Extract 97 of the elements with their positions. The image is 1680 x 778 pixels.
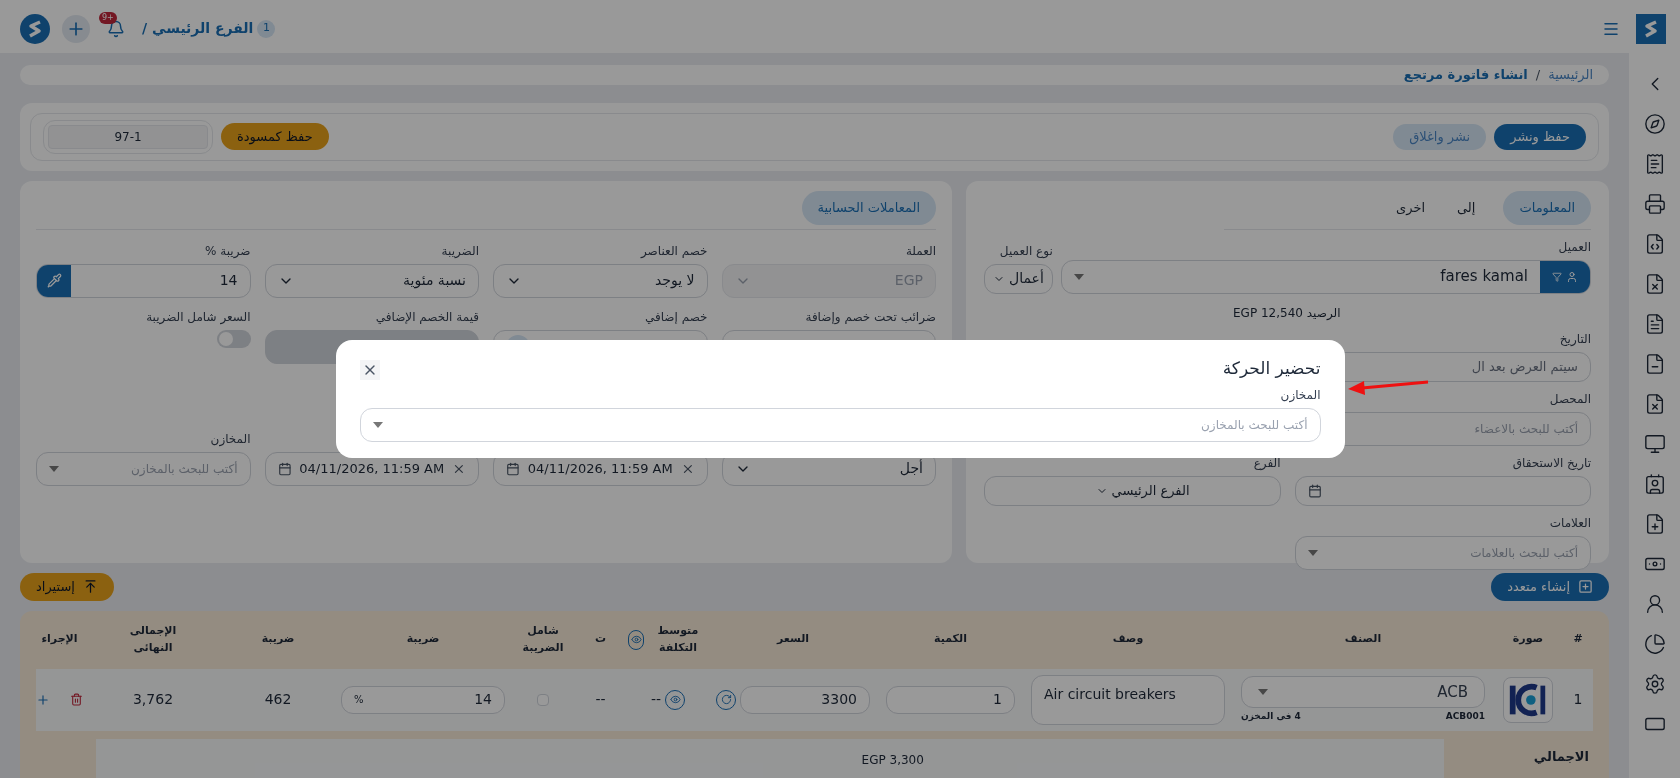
customer-filter-button[interactable]	[1540, 260, 1590, 293]
calendar-icon	[277, 461, 292, 476]
filter-icon	[1552, 271, 1562, 282]
import-button[interactable]: إستيراد	[20, 572, 114, 601]
customer-balance: الرصيد EGP 12,540	[1232, 304, 1341, 322]
tab[interactable]: المعلومات	[1503, 190, 1591, 225]
column-header: ضريبة	[261, 631, 295, 648]
tab[interactable]: إلى	[1453, 190, 1480, 225]
contact-icon[interactable]	[1643, 473, 1666, 495]
calendar-icon	[1307, 483, 1322, 498]
field-label: تاريخ الاستحقاق	[1512, 454, 1591, 472]
field-label: العملة	[905, 242, 936, 260]
warehouse-search-field[interactable]: أكتب للبحث بالمخازن	[359, 407, 1321, 442]
branch-count-badge: 1	[257, 19, 276, 38]
column-header: صورة	[1512, 631, 1544, 648]
tax-amount: 462	[263, 690, 293, 709]
field-label: خصم إضافي	[644, 308, 708, 326]
field-label: المخازن	[1279, 386, 1321, 404]
caret-icon	[372, 421, 383, 428]
column-header: متوسط التكلفة	[656, 623, 700, 656]
printer-icon[interactable]	[1643, 193, 1666, 215]
field-label: الضريبة	[441, 242, 479, 260]
compass-icon[interactable]	[1643, 113, 1666, 135]
column-header: الكمية	[934, 631, 967, 648]
calendar-icon	[506, 461, 520, 476]
field-label: المخازن	[210, 430, 251, 448]
notification-badge: +9	[99, 11, 117, 24]
settings-icon[interactable]	[1643, 673, 1666, 695]
field-label: المحصل	[1549, 390, 1591, 408]
column-header: الإجمالى النهائى	[128, 623, 178, 656]
column-header: السعر	[776, 631, 810, 648]
final-total: 3,762	[131, 690, 175, 709]
branch-select[interactable]: الفرع الرئيسي	[984, 475, 1281, 506]
price-field[interactable]: 3300	[740, 685, 870, 714]
user-icon	[1566, 270, 1578, 283]
column-header: وصف	[1112, 631, 1144, 648]
field-label: السعر شامل الضريبة	[146, 308, 251, 326]
pie-chart-icon[interactable]	[1643, 633, 1666, 655]
select-field[interactable]: نسبة مئوية	[264, 263, 479, 298]
customer-select[interactable]: fares kamal	[1060, 259, 1591, 294]
close-button[interactable]	[359, 360, 380, 380]
breadcrumb-link[interactable]: الرئيسية	[1548, 65, 1593, 85]
branch-name[interactable]: الفرع الرئيسي /	[142, 18, 254, 39]
app-logo[interactable]	[20, 13, 50, 44]
select-field[interactable]: لا يوجد	[493, 263, 708, 298]
caret-icon	[49, 465, 59, 472]
average-cost: --	[650, 690, 662, 709]
breadcrumb-link[interactable]: انشاء فاتورة مرتجع	[1403, 65, 1528, 85]
caret-icon	[1258, 688, 1268, 695]
column-header: #	[1573, 631, 1583, 648]
row-number: 1	[1572, 690, 1584, 709]
customer-type-select[interactable]: أعمال	[984, 263, 1053, 294]
description-field[interactable]: Air circuit breakers	[1031, 674, 1225, 725]
field-label: التاريخ	[1559, 330, 1591, 348]
totals-label: الاجمالي	[1533, 747, 1590, 766]
tab[interactable]: المعاملات الحسابية	[801, 190, 936, 225]
toggle-switch[interactable]	[216, 329, 251, 348]
field-label: العميل	[1558, 238, 1591, 256]
field-label: العلامات	[1549, 514, 1591, 532]
tab[interactable]: اخرى	[1392, 190, 1430, 225]
eyedropper-icon	[46, 273, 62, 288]
tax-rate-field[interactable]: 14	[36, 263, 251, 298]
tax-rate-field[interactable]: 14 %	[341, 685, 505, 714]
column-header: الإجراء	[41, 631, 78, 648]
save-draft-button[interactable]: حفظ كمسودة	[221, 123, 329, 150]
column-header: ضريبة	[406, 631, 440, 648]
create-multiple-button[interactable]: إنشاء متعدد	[1491, 572, 1609, 601]
item-code: ACB001	[1445, 709, 1485, 723]
column-header: الصنف	[1344, 631, 1382, 648]
add-square-icon	[1578, 579, 1593, 594]
delete-icon[interactable]	[70, 693, 83, 706]
caret-icon	[1073, 273, 1084, 280]
quantity-field[interactable]: 1	[886, 685, 1015, 714]
field-label: الفرع	[1253, 454, 1281, 472]
stock-count: 4 فى المخزن	[1241, 709, 1301, 723]
notifications-button[interactable]: +9	[102, 14, 130, 43]
table-cell-text: --	[594, 690, 607, 709]
field-label: خصم العناصر	[641, 242, 708, 260]
field-label: قيمة الخصم الإضافي	[375, 308, 479, 326]
field-label: ضرائب تحت خصم وإضافة	[805, 308, 936, 326]
invoice-number-field[interactable]: 97-1	[48, 124, 208, 149]
due-date-field[interactable]	[1294, 475, 1591, 506]
column-header: ت	[594, 631, 607, 648]
breadcrumb-separator: /	[1535, 66, 1541, 84]
app-logo[interactable]	[1636, 13, 1666, 44]
action-button[interactable]: حفظ ونشر	[1494, 123, 1586, 150]
field-label: نوع العميل	[999, 242, 1053, 260]
add-button[interactable]	[62, 14, 90, 43]
bell-icon	[107, 19, 125, 38]
field-label: ضريبة %	[205, 242, 251, 260]
column-header: شامل الضريبة	[521, 623, 565, 656]
totals-price: EGP 3,300	[861, 752, 924, 767]
tax-inclusive-checkbox[interactable]	[537, 693, 549, 706]
eyedropper-button[interactable]	[37, 264, 71, 297]
monitor-icon[interactable]	[1643, 433, 1666, 455]
caret-icon	[1307, 549, 1318, 556]
item-select[interactable]: ACB	[1241, 675, 1485, 708]
